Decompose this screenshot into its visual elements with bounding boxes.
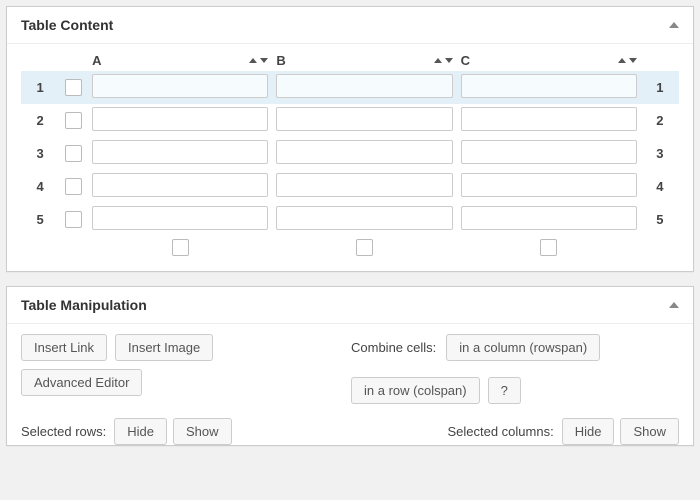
- column-label: A: [92, 53, 101, 68]
- sort-icons: [249, 58, 268, 63]
- sort-asc-icon[interactable]: [249, 58, 257, 63]
- column-checkbox-c[interactable]: [540, 239, 557, 256]
- row-number-right[interactable]: 2: [641, 104, 679, 137]
- table-row: 11: [21, 71, 679, 104]
- column-checkbox-a[interactable]: [172, 239, 189, 256]
- column-header-row: A B: [21, 50, 679, 71]
- row-checkbox[interactable]: [65, 112, 82, 129]
- sort-asc-icon[interactable]: [434, 58, 442, 63]
- column-header-b[interactable]: B: [272, 50, 456, 71]
- cell-input[interactable]: [461, 206, 637, 230]
- cell-input[interactable]: [461, 107, 637, 131]
- sort-desc-icon[interactable]: [445, 58, 453, 63]
- collapse-icon[interactable]: [669, 22, 679, 28]
- table-row: 55: [21, 203, 679, 236]
- table-manipulation-header: Table Manipulation: [7, 287, 693, 324]
- row-checkbox[interactable]: [65, 79, 82, 96]
- row-checkbox[interactable]: [65, 145, 82, 162]
- columns-show-button[interactable]: Show: [620, 418, 679, 445]
- table-row: 44: [21, 170, 679, 203]
- cell-input[interactable]: [276, 140, 452, 164]
- cell-input[interactable]: [92, 74, 268, 98]
- cell-input[interactable]: [92, 140, 268, 164]
- selected-rows-label: Selected rows:: [21, 424, 106, 439]
- content-grid: A B: [21, 50, 679, 259]
- row-number-right[interactable]: 3: [641, 137, 679, 170]
- row-number-right[interactable]: 5: [641, 203, 679, 236]
- sort-desc-icon[interactable]: [260, 58, 268, 63]
- column-header-a[interactable]: A: [88, 50, 272, 71]
- column-checkbox-row: [21, 236, 679, 259]
- row-number-right[interactable]: 1: [641, 71, 679, 104]
- cell-input[interactable]: [92, 173, 268, 197]
- row-number-left[interactable]: 4: [21, 170, 59, 203]
- rowspan-button[interactable]: in a column (rowspan): [446, 334, 600, 361]
- table-row: 33: [21, 137, 679, 170]
- selected-columns-label: Selected columns:: [447, 424, 553, 439]
- sort-asc-icon[interactable]: [618, 58, 626, 63]
- combine-cells-label: Combine cells:: [351, 340, 436, 355]
- cell-input[interactable]: [461, 140, 637, 164]
- insert-image-button[interactable]: Insert Image: [115, 334, 213, 361]
- row-number-left[interactable]: 2: [21, 104, 59, 137]
- row-checkbox[interactable]: [65, 211, 82, 228]
- sort-icons: [434, 58, 453, 63]
- column-label: B: [276, 53, 285, 68]
- cell-input[interactable]: [461, 173, 637, 197]
- rows-hide-button[interactable]: Hide: [114, 418, 167, 445]
- combine-help-button[interactable]: ?: [488, 377, 521, 404]
- colspan-button[interactable]: in a row (colspan): [351, 377, 480, 404]
- row-number-left[interactable]: 1: [21, 71, 59, 104]
- sort-desc-icon[interactable]: [629, 58, 637, 63]
- cell-input[interactable]: [276, 107, 452, 131]
- row-number-left[interactable]: 3: [21, 137, 59, 170]
- column-header-c[interactable]: C: [457, 50, 641, 71]
- column-checkbox-b[interactable]: [356, 239, 373, 256]
- cell-input[interactable]: [461, 74, 637, 98]
- cell-input[interactable]: [276, 74, 452, 98]
- rows-show-button[interactable]: Show: [173, 418, 232, 445]
- row-checkbox[interactable]: [65, 178, 82, 195]
- selected-columns-group: Selected columns: Hide Show: [447, 418, 679, 445]
- cell-input[interactable]: [276, 206, 452, 230]
- selected-rows-group: Selected rows: Hide Show: [21, 418, 232, 445]
- sort-icons: [618, 58, 637, 63]
- table-content-title: Table Content: [21, 17, 113, 33]
- table-content-header: Table Content: [7, 7, 693, 44]
- collapse-icon[interactable]: [669, 302, 679, 308]
- columns-hide-button[interactable]: Hide: [562, 418, 615, 445]
- cell-input[interactable]: [276, 173, 452, 197]
- table-row: 22: [21, 104, 679, 137]
- column-label: C: [461, 53, 470, 68]
- cell-input[interactable]: [92, 107, 268, 131]
- row-number-left[interactable]: 5: [21, 203, 59, 236]
- table-manipulation-body: Insert Link Insert Image Advanced Editor…: [7, 324, 693, 445]
- table-manipulation-panel: Table Manipulation Insert Link Insert Im…: [6, 286, 694, 446]
- table-content-panel: Table Content A: [6, 6, 694, 272]
- row-number-right[interactable]: 4: [641, 170, 679, 203]
- advanced-editor-button[interactable]: Advanced Editor: [21, 369, 142, 396]
- cell-input[interactable]: [92, 206, 268, 230]
- insert-link-button[interactable]: Insert Link: [21, 334, 107, 361]
- table-manipulation-title: Table Manipulation: [21, 297, 147, 313]
- table-content-body: A B: [7, 44, 693, 271]
